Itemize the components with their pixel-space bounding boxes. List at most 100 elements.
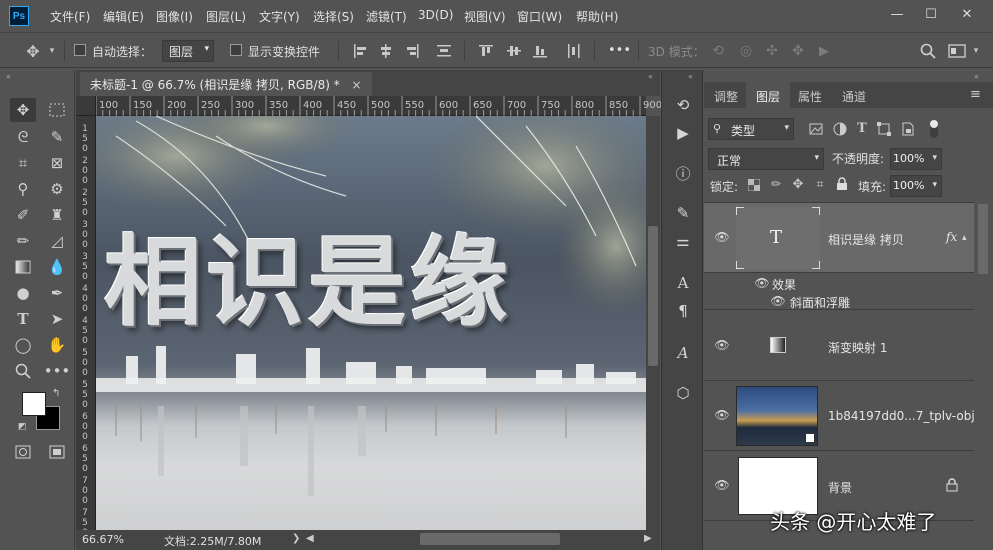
lock-transparent-icon[interactable] <box>746 177 762 193</box>
adjustments-sliders-icon[interactable]: ⚌ <box>670 228 696 254</box>
glyphs-icon[interactable]: A <box>670 340 696 366</box>
more-tools-icon[interactable]: ••• <box>44 359 71 383</box>
collapse-arrows-icon[interactable]: « <box>6 72 11 81</box>
zoom-level[interactable]: 66.67% <box>82 533 124 546</box>
type-tool-icon[interactable]: T <box>10 307 36 331</box>
menu-select[interactable]: 选择(S) <box>313 8 354 25</box>
menu-image[interactable]: 图像(I) <box>156 8 193 25</box>
fill-input[interactable]: 100% ▾ <box>890 175 942 197</box>
chevron-down-icon[interactable]: ▾ <box>970 43 982 59</box>
filter-type-icon[interactable]: T <box>854 120 870 136</box>
close-tab-icon[interactable]: × <box>352 78 362 92</box>
layer-row-gradient-map[interactable]: 👁 渐变映射 1 <box>704 311 974 381</box>
align-middle-icon[interactable] <box>506 42 522 60</box>
ruler-origin[interactable] <box>76 96 96 116</box>
hand-tool-icon[interactable]: ✋ <box>44 333 70 357</box>
collapse-arrows-icon[interactable]: « <box>974 72 979 81</box>
move-tool-icon[interactable]: ✥ <box>22 41 44 61</box>
workspace-icon[interactable] <box>946 42 968 60</box>
screen-mode-icon[interactable] <box>44 440 70 464</box>
history-icon[interactable]: ⟲ <box>670 92 696 118</box>
align-center-icon[interactable] <box>378 42 394 60</box>
collapse-arrows-icon[interactable]: « <box>648 72 653 81</box>
eye-icon[interactable]: 👁 <box>714 338 730 352</box>
vertical-scrollbar[interactable] <box>646 116 660 530</box>
brush-settings-icon[interactable]: ✎ <box>670 200 696 226</box>
filter-toggle[interactable] <box>930 120 938 138</box>
maximize-button[interactable]: ☐ <box>914 0 948 28</box>
menu-layer[interactable]: 图层(L) <box>206 8 246 25</box>
status-menu-arrow-icon[interactable]: ❯ <box>292 533 300 544</box>
show-transform-checkbox[interactable] <box>230 44 242 56</box>
character-icon[interactable]: A <box>670 270 696 296</box>
lock-position-icon[interactable]: ✥ <box>790 176 806 192</box>
brush-tool-icon[interactable]: ✏ <box>10 229 36 253</box>
layer-name[interactable]: 背景 <box>828 479 852 496</box>
expand-effects-icon[interactable]: ▴ <box>962 233 967 243</box>
auto-select-target-dropdown[interactable]: 图层 ▾ <box>162 40 214 62</box>
quick-mask-icon[interactable] <box>10 440 36 464</box>
layer-name[interactable]: 相识是缘 拷贝 <box>828 231 904 248</box>
dodge-tool-icon[interactable]: ● <box>10 281 36 305</box>
menu-file[interactable]: 文件(F) <box>50 8 90 25</box>
filter-adjustment-icon[interactable] <box>832 121 848 137</box>
quick-select-tool-icon[interactable]: ✎ <box>44 125 70 149</box>
distribute-horizontal-icon[interactable] <box>436 42 452 60</box>
menu-type[interactable]: 文字(Y) <box>259 8 300 25</box>
frame-tool-icon[interactable]: ⊠ <box>44 151 70 175</box>
minimize-button[interactable]: — <box>880 0 914 28</box>
eraser-tool-icon[interactable]: ◿ <box>44 229 70 253</box>
document-tab[interactable]: 未标题-1 @ 66.7% (相识是缘 拷贝, RGB/8) * × <box>80 72 372 96</box>
eye-icon[interactable]: 👁 <box>770 294 786 308</box>
eyedropper-tool-icon[interactable]: ⚲ <box>10 177 36 201</box>
fx-badge[interactable]: fx <box>946 230 957 244</box>
roll-3d-icon[interactable]: ◎ <box>736 41 756 61</box>
blur-tool-icon[interactable]: 💧 <box>44 255 70 279</box>
default-colors-icon[interactable]: ◩ <box>18 422 27 432</box>
filter-pixel-icon[interactable] <box>808 121 824 137</box>
tab-adjustments[interactable]: 调整 <box>704 82 748 108</box>
close-window-button[interactable]: ✕ <box>950 0 984 28</box>
menu-help[interactable]: 帮助(H) <box>576 8 618 25</box>
layer-scroll-thumb[interactable] <box>978 204 988 274</box>
actions-play-icon[interactable]: ▶ <box>670 120 696 146</box>
lock-image-icon[interactable]: ✏ <box>768 176 784 192</box>
tab-layers[interactable]: 图层 <box>746 82 791 108</box>
eye-icon[interactable]: 👁 <box>714 408 730 422</box>
foreground-color-swatch[interactable] <box>22 392 46 416</box>
healing-brush-tool-icon[interactable]: ✐ <box>10 203 36 227</box>
lock-artboard-icon[interactable]: ⌗ <box>812 176 828 192</box>
panel-menu-icon[interactable]: ≡ <box>970 87 981 102</box>
filter-shape-icon[interactable] <box>876 121 892 137</box>
layer-filter-dropdown[interactable]: ⚲ 类型 ▾ <box>708 118 794 140</box>
filter-smart-object-icon[interactable] <box>900 121 916 137</box>
search-icon[interactable] <box>918 41 938 61</box>
distribute-vertical-icon[interactable] <box>566 42 582 60</box>
3d-material-tool-icon[interactable]: ⚙ <box>44 177 70 201</box>
menu-filter[interactable]: 滤镜(T) <box>366 8 407 25</box>
pen-tool-icon[interactable]: ✒ <box>44 281 70 305</box>
paragraph-icon[interactable]: ¶ <box>670 298 696 324</box>
pan-3d-icon[interactable]: ✣ <box>762 41 782 61</box>
marquee-tool-icon[interactable] <box>44 98 70 122</box>
orbit-3d-icon[interactable]: ⟲ <box>708 41 728 61</box>
tab-channels[interactable]: 通道 <box>832 82 876 108</box>
layer-row-text-copy[interactable]: 👁 T 相识是缘 拷贝 fx ▴ <box>704 203 974 273</box>
move-tool-icon[interactable]: ✥ <box>10 98 36 122</box>
align-bottom-icon[interactable] <box>532 42 548 60</box>
layer-name[interactable]: 1b84197dd0...7_tplv-obj <box>828 409 975 423</box>
effects-row[interactable]: 👁 效果 <box>704 274 974 292</box>
slide-3d-icon[interactable]: ✥ <box>788 41 808 61</box>
blend-mode-dropdown[interactable]: 正常 ▾ <box>708 148 824 170</box>
auto-select-checkbox[interactable] <box>74 44 86 56</box>
swap-colors-icon[interactable]: ↰ <box>52 388 60 399</box>
menu-edit[interactable]: 编辑(E) <box>103 8 144 25</box>
lasso-tool-icon[interactable]: ᘓ <box>10 125 36 149</box>
scroll-right-icon[interactable]: ▶ <box>644 533 652 544</box>
scroll-left-icon[interactable]: ◀ <box>306 533 314 544</box>
gradient-tool-icon[interactable] <box>10 255 36 279</box>
align-right-icon[interactable] <box>404 42 420 60</box>
3d-cube-icon[interactable]: ⬡ <box>670 380 696 406</box>
menu-window[interactable]: 窗口(W) <box>517 8 562 25</box>
scale-3d-icon[interactable]: ▶ <box>814 41 834 61</box>
